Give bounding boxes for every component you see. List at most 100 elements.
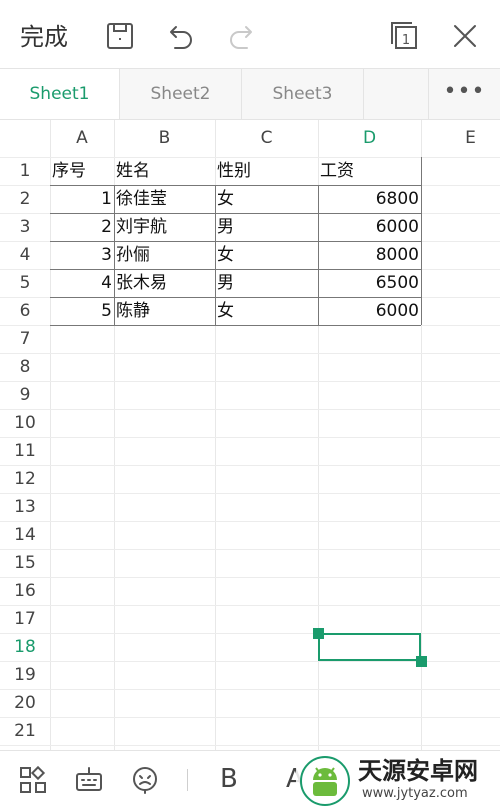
selected-cell[interactable] [318, 633, 421, 661]
cell-d4[interactable]: 8000 [318, 241, 421, 269]
grid-row-line [0, 689, 500, 690]
watermark-url: www.jytyaz.com [362, 786, 468, 801]
data-border-line [50, 213, 421, 214]
cell-d2[interactable]: 6800 [318, 185, 421, 213]
more-sheets-button[interactable]: ••• [428, 69, 500, 119]
row-header-8[interactable]: 8 [0, 353, 50, 381]
grid-row-line [0, 409, 500, 410]
cell-d3[interactable]: 6000 [318, 213, 421, 241]
grid-row-line [0, 577, 500, 578]
grid-row-line [0, 493, 500, 494]
row-header-16[interactable]: 16 [0, 577, 50, 605]
apps-grid-icon[interactable] [18, 765, 48, 795]
cell-a1[interactable]: 序号 [50, 157, 114, 185]
cell-d6[interactable]: 6000 [318, 297, 421, 325]
cell-b1[interactable]: 姓名 [114, 157, 215, 185]
watermark-title: 天源安卓网 [358, 757, 478, 785]
row-header-20[interactable]: 20 [0, 689, 50, 717]
column-header-b[interactable]: B [114, 120, 215, 157]
row-header-15[interactable]: 15 [0, 549, 50, 577]
data-border-line [114, 185, 115, 325]
grid-row-line [0, 465, 500, 466]
row-header-9[interactable]: 9 [0, 381, 50, 409]
grid-row-line [0, 521, 500, 522]
grid-row-line [0, 717, 500, 718]
cell-b2[interactable]: 徐佳莹 [114, 185, 215, 213]
tab-sheet1[interactable]: Sheet1 [0, 69, 120, 119]
data-border-line [50, 269, 421, 270]
data-border-line [421, 157, 422, 325]
grid-row-line [0, 353, 500, 354]
row-header-13[interactable]: 13 [0, 493, 50, 521]
selection-handle-top-left[interactable] [313, 628, 324, 639]
row-header-5[interactable]: 5 [0, 269, 50, 297]
android-robot-icon [300, 756, 350, 806]
cell-c2[interactable]: 女 [215, 185, 318, 213]
row-header-6[interactable]: 6 [0, 297, 50, 325]
cell-b3[interactable]: 刘宇航 [114, 213, 215, 241]
toolbar-divider [187, 769, 188, 791]
window-count-icon[interactable]: 1 [388, 20, 420, 52]
data-border-line [215, 185, 216, 325]
grid-row-line [0, 633, 500, 634]
row-header-18[interactable]: 18 [0, 633, 50, 661]
column-header-a[interactable]: A [50, 120, 114, 157]
svg-text:1: 1 [402, 33, 410, 48]
cell-b5[interactable]: 张木易 [114, 269, 215, 297]
selection-handle-bottom-right[interactable] [416, 656, 427, 667]
row-header-2[interactable]: 2 [0, 185, 50, 213]
grid-row-line [0, 745, 500, 746]
keyboard-icon[interactable] [74, 765, 104, 795]
sheet-tab-bar: Sheet1 Sheet2 Sheet3 ••• [0, 68, 500, 120]
top-toolbar: 完成 1 [0, 0, 500, 72]
cell-c3[interactable]: 男 [215, 213, 318, 241]
row-header-21[interactable]: 21 [0, 717, 50, 745]
close-icon[interactable] [449, 20, 481, 52]
grid-row-line [0, 549, 500, 550]
data-border-line [50, 185, 421, 186]
cell-a5[interactable]: 4 [50, 269, 114, 297]
column-header-c[interactable]: C [215, 120, 318, 157]
cell-a4[interactable]: 3 [50, 241, 114, 269]
done-button[interactable]: 完成 [20, 22, 68, 52]
grid-row-line [0, 381, 500, 382]
column-header-e[interactable]: E [421, 120, 500, 157]
row-header-3[interactable]: 3 [0, 213, 50, 241]
redo-icon[interactable] [226, 20, 258, 52]
grid-row-line [0, 437, 500, 438]
save-icon[interactable] [104, 20, 136, 52]
grid-row-line [0, 605, 500, 606]
data-border-line [318, 185, 319, 325]
cell-c1[interactable]: 性别 [215, 157, 318, 185]
cell-a2[interactable]: 1 [50, 185, 114, 213]
row-header-7[interactable]: 7 [0, 325, 50, 353]
tab-sheet3[interactable]: Sheet3 [242, 69, 364, 119]
tab-sheet2[interactable]: Sheet2 [120, 69, 242, 119]
row-header-4[interactable]: 4 [0, 241, 50, 269]
cell-d5[interactable]: 6500 [318, 269, 421, 297]
data-border-line [50, 297, 421, 298]
row-header-14[interactable]: 14 [0, 521, 50, 549]
cell-c4[interactable]: 女 [215, 241, 318, 269]
row-header-11[interactable]: 11 [0, 437, 50, 465]
spreadsheet-grid[interactable]: A B C D E 1 2 3 4 5 6 7 8 9 10 11 12 13 14 15 16 17 18 19 20 21 序号… [0, 120, 500, 750]
undo-icon[interactable] [164, 20, 196, 52]
cell-c5[interactable]: 男 [215, 269, 318, 297]
data-border-line [50, 325, 421, 326]
cell-a6[interactable]: 5 [50, 297, 114, 325]
cell-b6[interactable]: 陈静 [114, 297, 215, 325]
data-border-line [50, 241, 421, 242]
row-header-12[interactable]: 12 [0, 465, 50, 493]
cell-a3[interactable]: 2 [50, 213, 114, 241]
cell-d1[interactable]: 工资 [318, 157, 421, 185]
row-header-19[interactable]: 19 [0, 661, 50, 689]
cell-b4[interactable]: 孙俪 [114, 241, 215, 269]
cell-c6[interactable]: 女 [215, 297, 318, 325]
column-header-d[interactable]: D [318, 120, 421, 157]
row-header-1[interactable]: 1 [0, 157, 50, 185]
row-header-10[interactable]: 10 [0, 409, 50, 437]
bold-button[interactable]: B [220, 763, 238, 795]
row-header-17[interactable]: 17 [0, 605, 50, 633]
emoji-icon[interactable] [130, 765, 160, 795]
watermark: 天源安卓网 www.jytyaz.com [296, 752, 500, 808]
